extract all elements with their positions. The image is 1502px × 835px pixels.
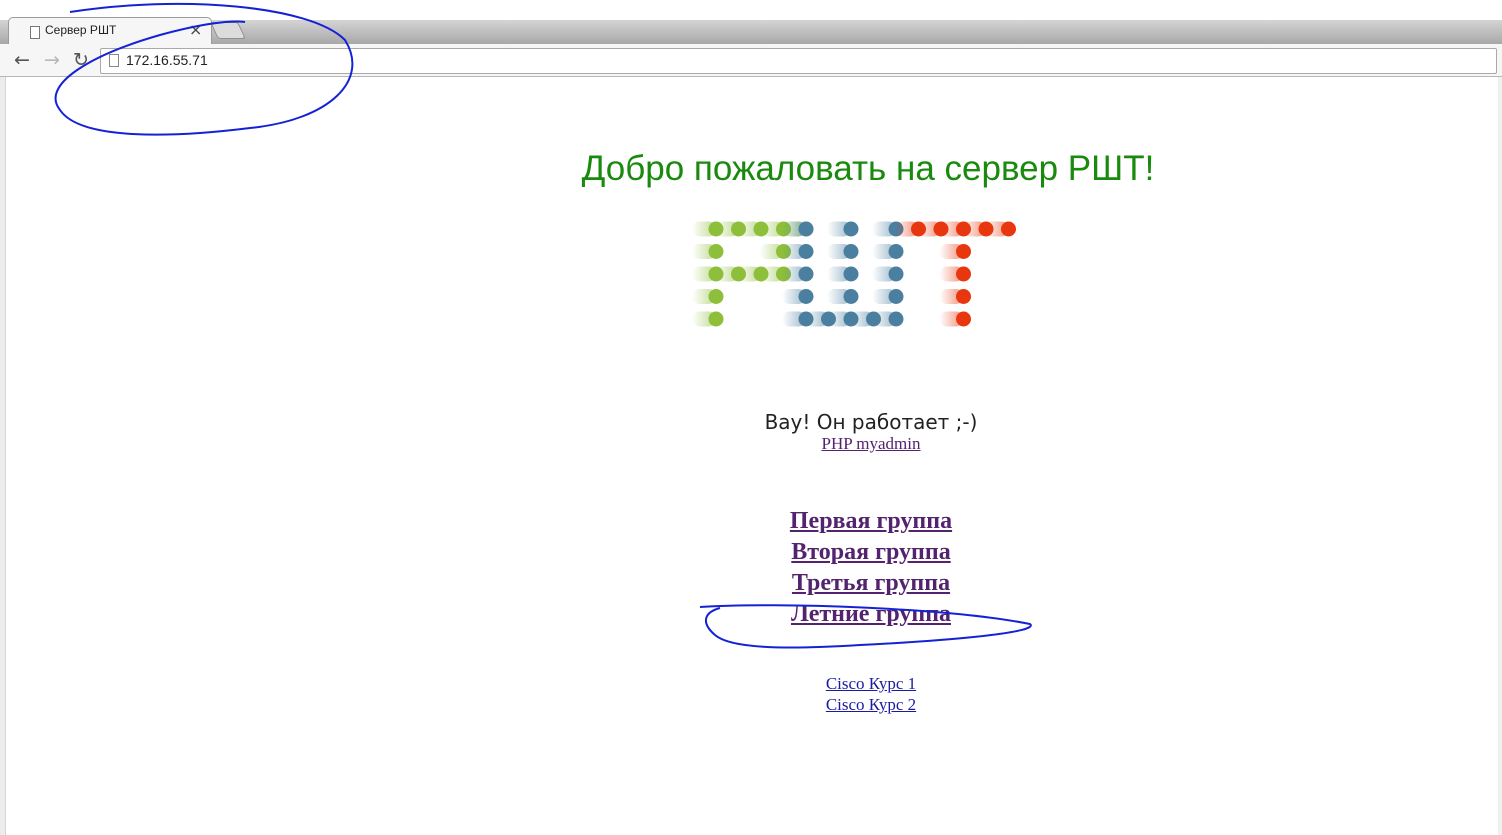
logo-letter-sh-dot xyxy=(888,289,904,304)
group-link-summer[interactable]: Летние группа xyxy=(0,601,1502,628)
forward-arrow-icon[interactable]: → xyxy=(40,48,64,72)
close-tab-icon[interactable]: × xyxy=(189,20,202,39)
page-content: Добро пожаловать на сервер РШТ! Вау! Он … xyxy=(0,77,1502,835)
group-link-first[interactable]: Первая группа xyxy=(0,508,1502,535)
logo-letter-sh-dot xyxy=(798,266,814,282)
logo-letter-r-dot xyxy=(708,311,724,327)
logo-letter-t-dot xyxy=(956,266,971,282)
address-bar[interactable]: 172.16.55.71 xyxy=(100,48,1497,74)
logo-letter-sh-dot xyxy=(798,289,814,304)
group-link-third[interactable]: Третья группа xyxy=(0,570,1502,597)
browser-toolbar: ← → ↻ 172.16.55.71 xyxy=(0,44,1502,77)
logo-letter-t-dot xyxy=(956,311,971,327)
logo-letter-sh-dot xyxy=(888,266,904,282)
logo-letter-r-dot xyxy=(708,289,724,304)
logo-letter-sh-dot xyxy=(888,311,904,327)
url-text: 172.16.55.71 xyxy=(126,52,208,68)
logo-letter-t-dot xyxy=(956,289,971,304)
page-icon xyxy=(30,26,40,39)
group-link-second[interactable]: Вторая группа xyxy=(0,539,1502,566)
back-arrow-icon[interactable]: ← xyxy=(10,48,34,72)
logo-letter-sh-dot xyxy=(843,221,859,237)
logo-letter-sh-dot xyxy=(843,289,859,304)
logo-letter-sh-dot xyxy=(866,311,881,327)
rsht-logo xyxy=(692,221,1016,327)
logo-letter-t-dot xyxy=(1001,221,1016,237)
tab-title: Сервер РШТ xyxy=(45,23,117,37)
status-message: Вау! Он работает ;-) xyxy=(764,410,978,434)
cisco-course-2-link[interactable]: Cisco Курс 2 xyxy=(0,695,1502,715)
logo-letter-sh-dot xyxy=(888,244,904,259)
logo-letter-sh-dot xyxy=(843,244,859,259)
logo-letter-sh-dot xyxy=(798,221,814,237)
logo-letter-sh-dot xyxy=(798,244,814,259)
logo-letter-sh-dot xyxy=(843,266,859,282)
reload-icon[interactable]: ↻ xyxy=(69,48,93,72)
tab-strip: Сервер РШТ × xyxy=(0,0,1502,45)
phpmyadmin-link[interactable]: PHP myadmin xyxy=(0,434,1502,454)
page-icon xyxy=(109,54,119,67)
logo-letter-sh-dot xyxy=(821,311,836,327)
logo-letter-t-dot xyxy=(956,244,971,259)
logo-letter-r-dot xyxy=(708,244,724,259)
browser-tab[interactable]: Сервер РШТ × xyxy=(8,17,212,45)
cisco-course-1-link[interactable]: Cisco Курс 1 xyxy=(0,674,1502,694)
page-title: Добро пожаловать на сервер РШТ! xyxy=(581,149,1155,188)
